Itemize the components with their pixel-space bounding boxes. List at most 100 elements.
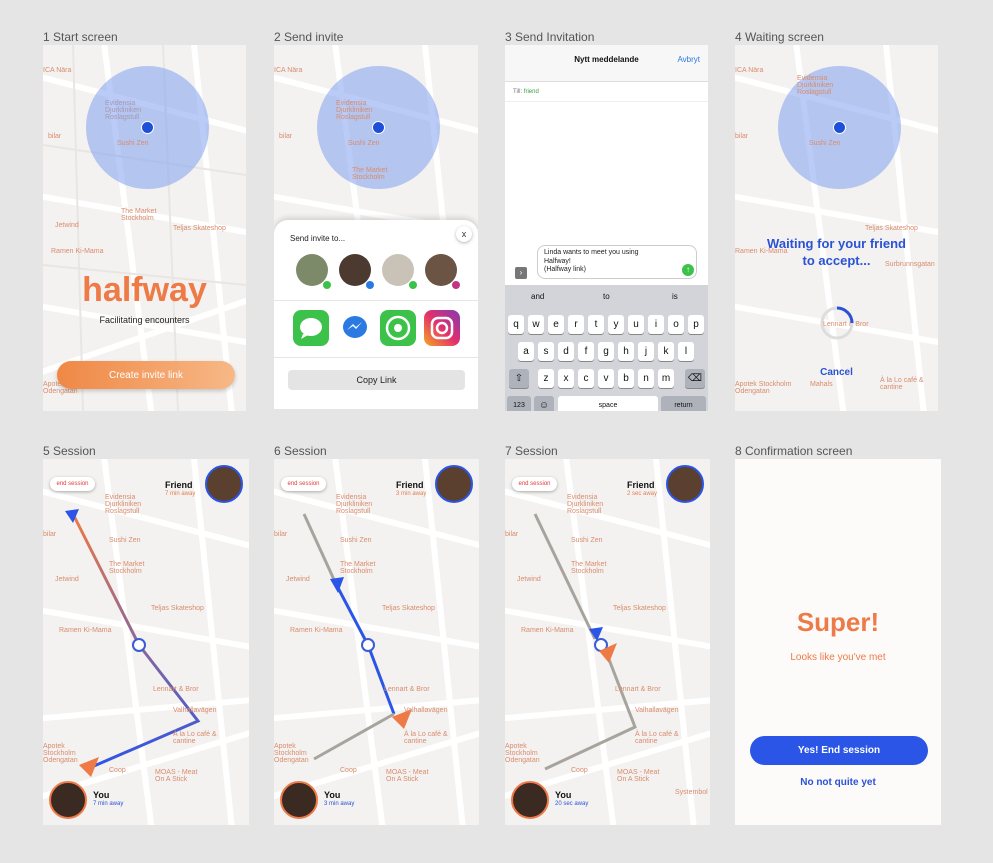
key-e[interactable]: e — [548, 315, 564, 334]
suggestion[interactable]: is — [672, 292, 678, 301]
travelled-route — [302, 513, 338, 585]
meeting-point-icon — [361, 638, 375, 652]
apps-icon[interactable]: › — [515, 267, 527, 279]
messages-badge-icon — [408, 280, 418, 290]
close-icon[interactable]: x — [456, 226, 472, 242]
map-label: Ramen Ki-Mama — [290, 627, 343, 634]
message-line: Halfway! — [544, 257, 571, 265]
map-label: bilar — [735, 133, 749, 140]
map-label: À la Lo café & cantine — [173, 731, 217, 745]
map-label: Evidensia Djurkliniken Roslagstull — [336, 494, 373, 515]
key-o[interactable]: o — [668, 315, 684, 334]
map-label: Sushi Zen — [109, 537, 141, 544]
key-q[interactable]: q — [508, 315, 524, 334]
end-session-confirm-button[interactable]: Yes! End session — [750, 736, 928, 765]
map-label: Evidensia Djurkliniken Roslagstull — [567, 494, 604, 515]
send-arrow-icon[interactable]: ↑ — [682, 264, 694, 276]
end-session-button[interactable]: end session — [50, 477, 95, 491]
session-screen-2: Evidensia Djurkliniken Roslagstull bilar… — [274, 459, 479, 825]
key-v[interactable]: v — [598, 369, 614, 388]
friend-name: Friend — [627, 480, 655, 490]
map-label: Apotek Stockholm Odengatan — [505, 743, 540, 764]
key-t[interactable]: t — [588, 315, 604, 334]
messenger-app-icon[interactable] — [337, 310, 373, 346]
key-b[interactable]: b — [618, 369, 634, 388]
friend-eta: 2 sec away — [627, 491, 658, 497]
map-label: Coop — [340, 767, 357, 774]
key-f[interactable]: f — [578, 342, 594, 361]
friend-avatar — [205, 465, 243, 503]
return-key[interactable]: return — [661, 396, 706, 411]
key-l[interactable]: l — [678, 342, 694, 361]
key-n[interactable]: n — [638, 369, 654, 388]
map-label: Teljas Skateshop — [382, 605, 435, 612]
key-s[interactable]: s — [538, 342, 554, 361]
map-label: The Market Stockholm — [121, 208, 157, 222]
waiting-message: Waiting for your friend to accept... — [735, 235, 938, 269]
end-session-button[interactable]: end session — [281, 477, 326, 491]
map-label: Apotek Stockholm Odengatan — [274, 743, 309, 764]
suggestion[interactable]: and — [531, 292, 544, 301]
messenger-icon — [343, 316, 367, 338]
map-label: Coop — [571, 767, 588, 774]
shift-key[interactable]: ⇧ — [509, 369, 529, 388]
map-label: À la Lo café & cantine — [880, 377, 924, 391]
invite-screen: ICA Nära bilar Evidensia Djurkliniken Ro… — [274, 45, 478, 409]
recipient-field[interactable]: Till: friend — [513, 89, 539, 95]
map-label: Ramen Ki-Mama — [59, 627, 112, 634]
waiting-line: Waiting for your friend — [767, 236, 906, 251]
divider — [505, 101, 708, 102]
emoji-icon[interactable]: ☺ — [534, 396, 554, 411]
not-yet-button[interactable]: No not quite yet — [735, 777, 941, 788]
map-label: Mahals — [810, 381, 833, 388]
map-label: À la Lo café & cantine — [635, 731, 679, 745]
caption-session-3: 7 Session — [505, 444, 558, 458]
divider — [274, 357, 478, 358]
message-input[interactable]: Linda wants to meet you using Halfway! (… — [537, 245, 697, 279]
you-name: You — [555, 790, 572, 800]
suggestion[interactable]: to — [603, 292, 610, 301]
key-j[interactable]: j — [638, 342, 654, 361]
you-avatar — [280, 781, 318, 819]
number-key[interactable]: 123 — [507, 396, 531, 411]
whatsapp-app-icon[interactable] — [380, 310, 416, 346]
messages-app-icon[interactable] — [293, 310, 329, 346]
backspace-key[interactable]: ⌫ — [685, 369, 705, 388]
space-key[interactable]: space — [558, 396, 658, 411]
map-label: Sushi Zen — [117, 140, 149, 147]
key-h[interactable]: h — [618, 342, 634, 361]
cancel-button[interactable]: Cancel — [735, 367, 938, 378]
key-y[interactable]: y — [608, 315, 624, 334]
key-z[interactable]: z — [538, 369, 554, 388]
key-a[interactable]: a — [518, 342, 534, 361]
you-avatar — [49, 781, 87, 819]
key-i[interactable]: i — [648, 315, 664, 334]
map-label: ICA Nära — [274, 67, 303, 74]
key-k[interactable]: k — [658, 342, 674, 361]
instagram-app-icon[interactable] — [424, 310, 460, 346]
map-label: Sushi Zen — [348, 140, 380, 147]
key-r[interactable]: r — [568, 315, 584, 334]
messages-badge-icon — [322, 280, 332, 290]
copy-link-button[interactable]: Copy Link — [288, 370, 465, 390]
map-label: The Market Stockholm — [109, 561, 145, 575]
key-g[interactable]: g — [598, 342, 614, 361]
create-invite-button[interactable]: Create invite link — [57, 361, 235, 389]
key-w[interactable]: w — [528, 315, 544, 334]
map-label: ICA Nära — [43, 67, 72, 74]
caption-confirm: 8 Confirmation screen — [735, 444, 853, 458]
key-m[interactable]: m — [658, 369, 674, 388]
end-session-button[interactable]: end session — [512, 477, 557, 491]
key-c[interactable]: c — [578, 369, 594, 388]
key-u[interactable]: u — [628, 315, 644, 334]
map-label: The Market Stockholm — [340, 561, 376, 575]
cancel-link[interactable]: Avbryt — [677, 55, 700, 64]
map-label: Jetwind — [55, 222, 79, 229]
key-d[interactable]: d — [558, 342, 574, 361]
map-label: bilar — [505, 531, 519, 538]
recipient-value: friend — [523, 89, 539, 95]
key-p[interactable]: p — [688, 315, 704, 334]
meeting-point-icon — [132, 638, 146, 652]
map-label: Apotek Stockholm Odengatan — [43, 743, 78, 764]
key-x[interactable]: x — [558, 369, 574, 388]
